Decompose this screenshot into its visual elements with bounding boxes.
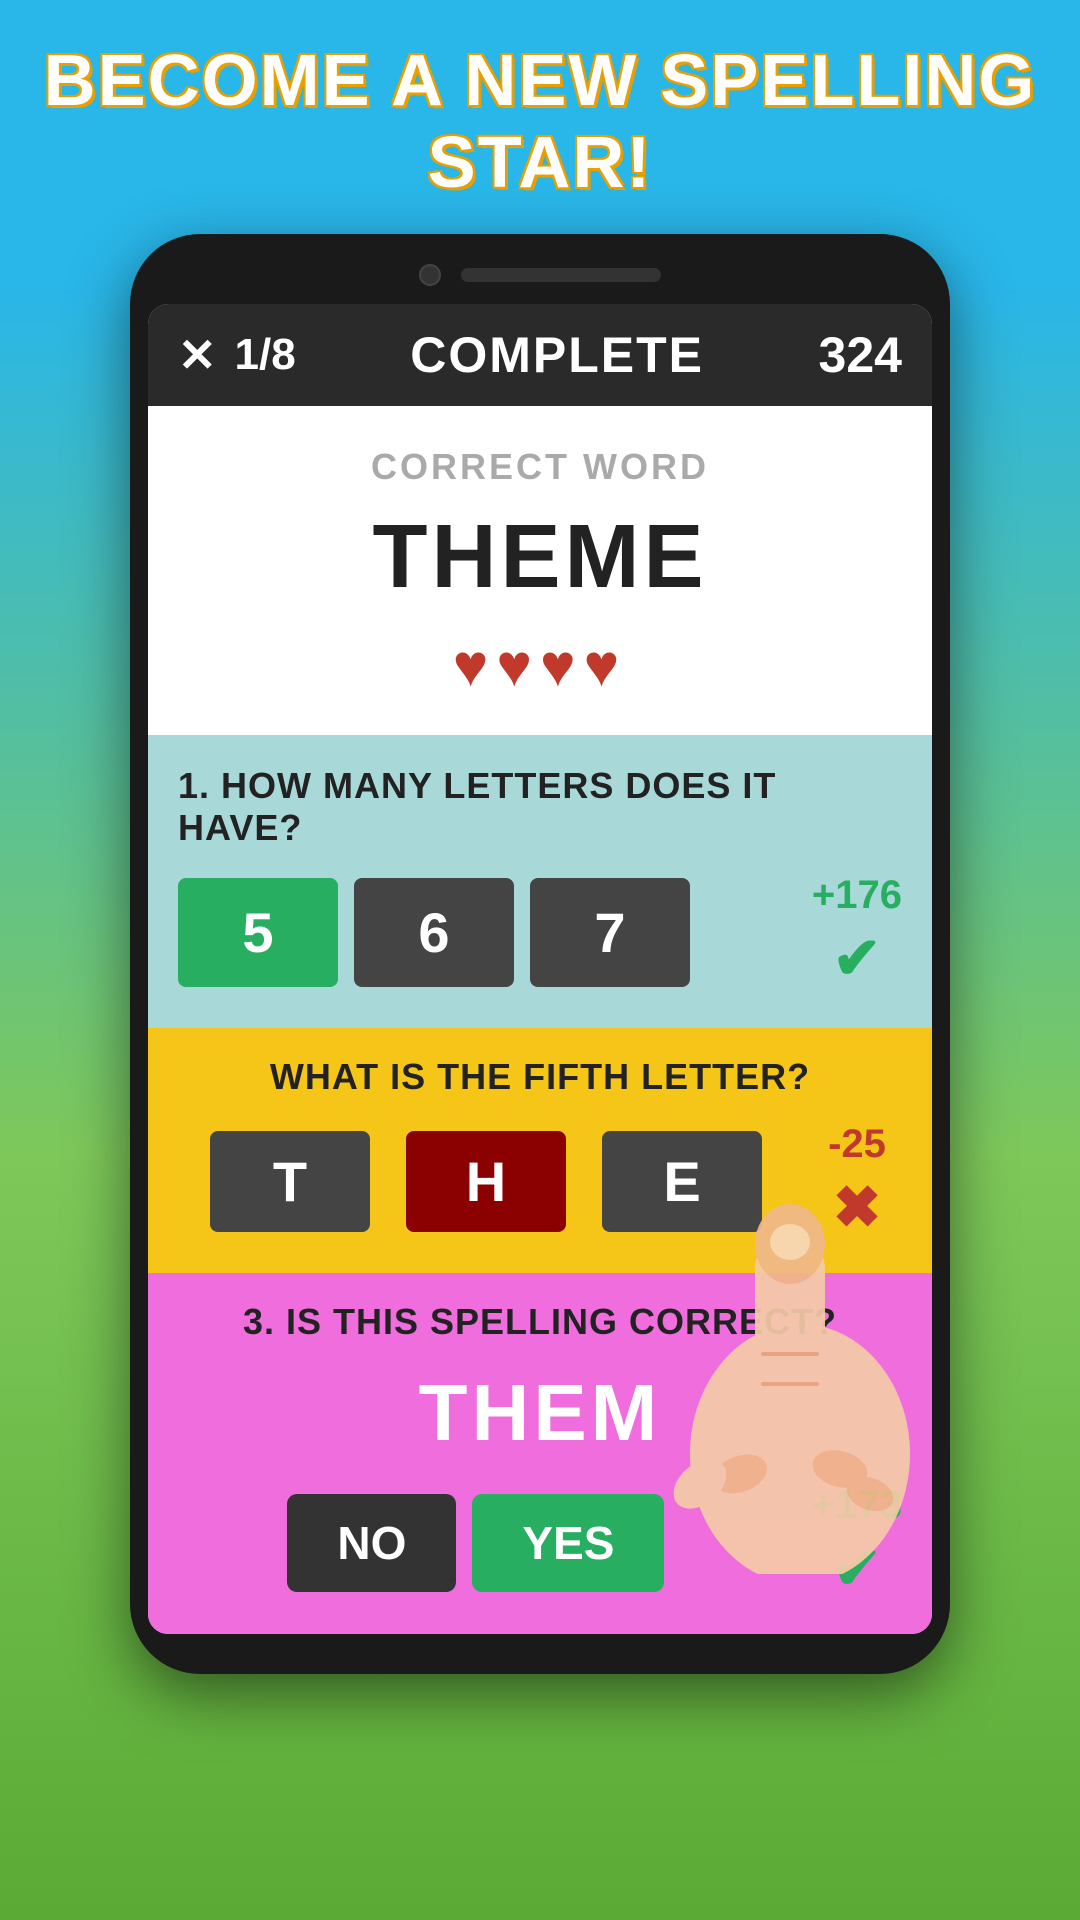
close-icon[interactable]: ✕	[178, 332, 217, 378]
q2-section: WHAT IS THE FIFTH LETTER? T H E -25 ✖	[148, 1028, 932, 1273]
header-left: ✕ 1/8	[178, 330, 296, 380]
q1-result: +176 ✔	[812, 873, 902, 992]
correct-word: THEME	[178, 506, 902, 609]
correct-word-label: CORRECT WORD	[178, 446, 902, 488]
q3-yes-button[interactable]: YES	[472, 1494, 664, 1592]
phone-screen: ✕ 1/8 COMPLETE 324 CORRECT WORD THEME ♥♥…	[148, 304, 932, 1634]
q2-question: WHAT IS THE FIFTH LETTER?	[178, 1056, 902, 1098]
q2-answers: T H E -25 ✖	[178, 1122, 902, 1241]
q1-answers: 5 6 7 +176 ✔	[178, 873, 902, 992]
q1-result-icon: ✔	[833, 924, 882, 992]
q2-result: -25 ✖	[812, 1122, 902, 1241]
banner-title: BECOME A NEW SPELLING STAR!	[20, 40, 1060, 204]
complete-status: COMPLETE	[410, 326, 704, 384]
q3-answers: NO YES +173 ✔	[178, 1483, 902, 1602]
q3-result: +173 ✔	[812, 1483, 902, 1602]
q1-buttons: 5 6 7	[178, 878, 794, 987]
score-display: 324	[819, 326, 902, 384]
phone-top-bar	[148, 264, 932, 286]
q1-question: 1. HOW MANY LETTERS DOES IT HAVE?	[178, 765, 902, 849]
q1-score: +176	[812, 873, 902, 918]
q3-no-button[interactable]: NO	[287, 1494, 456, 1592]
phone-speaker	[461, 268, 661, 282]
q1-option-1[interactable]: 6	[354, 878, 514, 987]
q1-section: 1. HOW MANY LETTERS DOES IT HAVE? 5 6 7 …	[148, 735, 932, 1028]
top-banner: BECOME A NEW SPELLING STAR!	[0, 0, 1080, 234]
phone-camera	[419, 264, 441, 286]
correct-word-section: CORRECT WORD THEME ♥♥♥♥	[148, 406, 932, 735]
q2-option-1[interactable]: H	[406, 1131, 566, 1232]
q3-result-icon: ✔	[833, 1534, 882, 1602]
hearts-display: ♥♥♥♥	[178, 631, 902, 700]
q1-option-2[interactable]: 7	[530, 878, 690, 987]
q3-score: +173	[812, 1483, 902, 1528]
q3-question: 3. IS THIS SPELLING CORRECT?	[178, 1301, 902, 1343]
q3-word: THEM	[178, 1367, 902, 1459]
header-bar: ✕ 1/8 COMPLETE 324	[148, 304, 932, 406]
q3-section: 3. IS THIS SPELLING CORRECT? THEM NO YES…	[148, 1273, 932, 1634]
question-counter: 1/8	[235, 330, 296, 380]
q2-result-icon: ✖	[833, 1173, 882, 1241]
q2-option-2[interactable]: E	[602, 1131, 762, 1232]
phone-wrapper: ✕ 1/8 COMPLETE 324 CORRECT WORD THEME ♥♥…	[130, 234, 950, 1674]
q2-option-0[interactable]: T	[210, 1131, 370, 1232]
q1-option-0[interactable]: 5	[178, 878, 338, 987]
phone-shell: ✕ 1/8 COMPLETE 324 CORRECT WORD THEME ♥♥…	[130, 234, 950, 1674]
q2-score: -25	[828, 1122, 886, 1167]
